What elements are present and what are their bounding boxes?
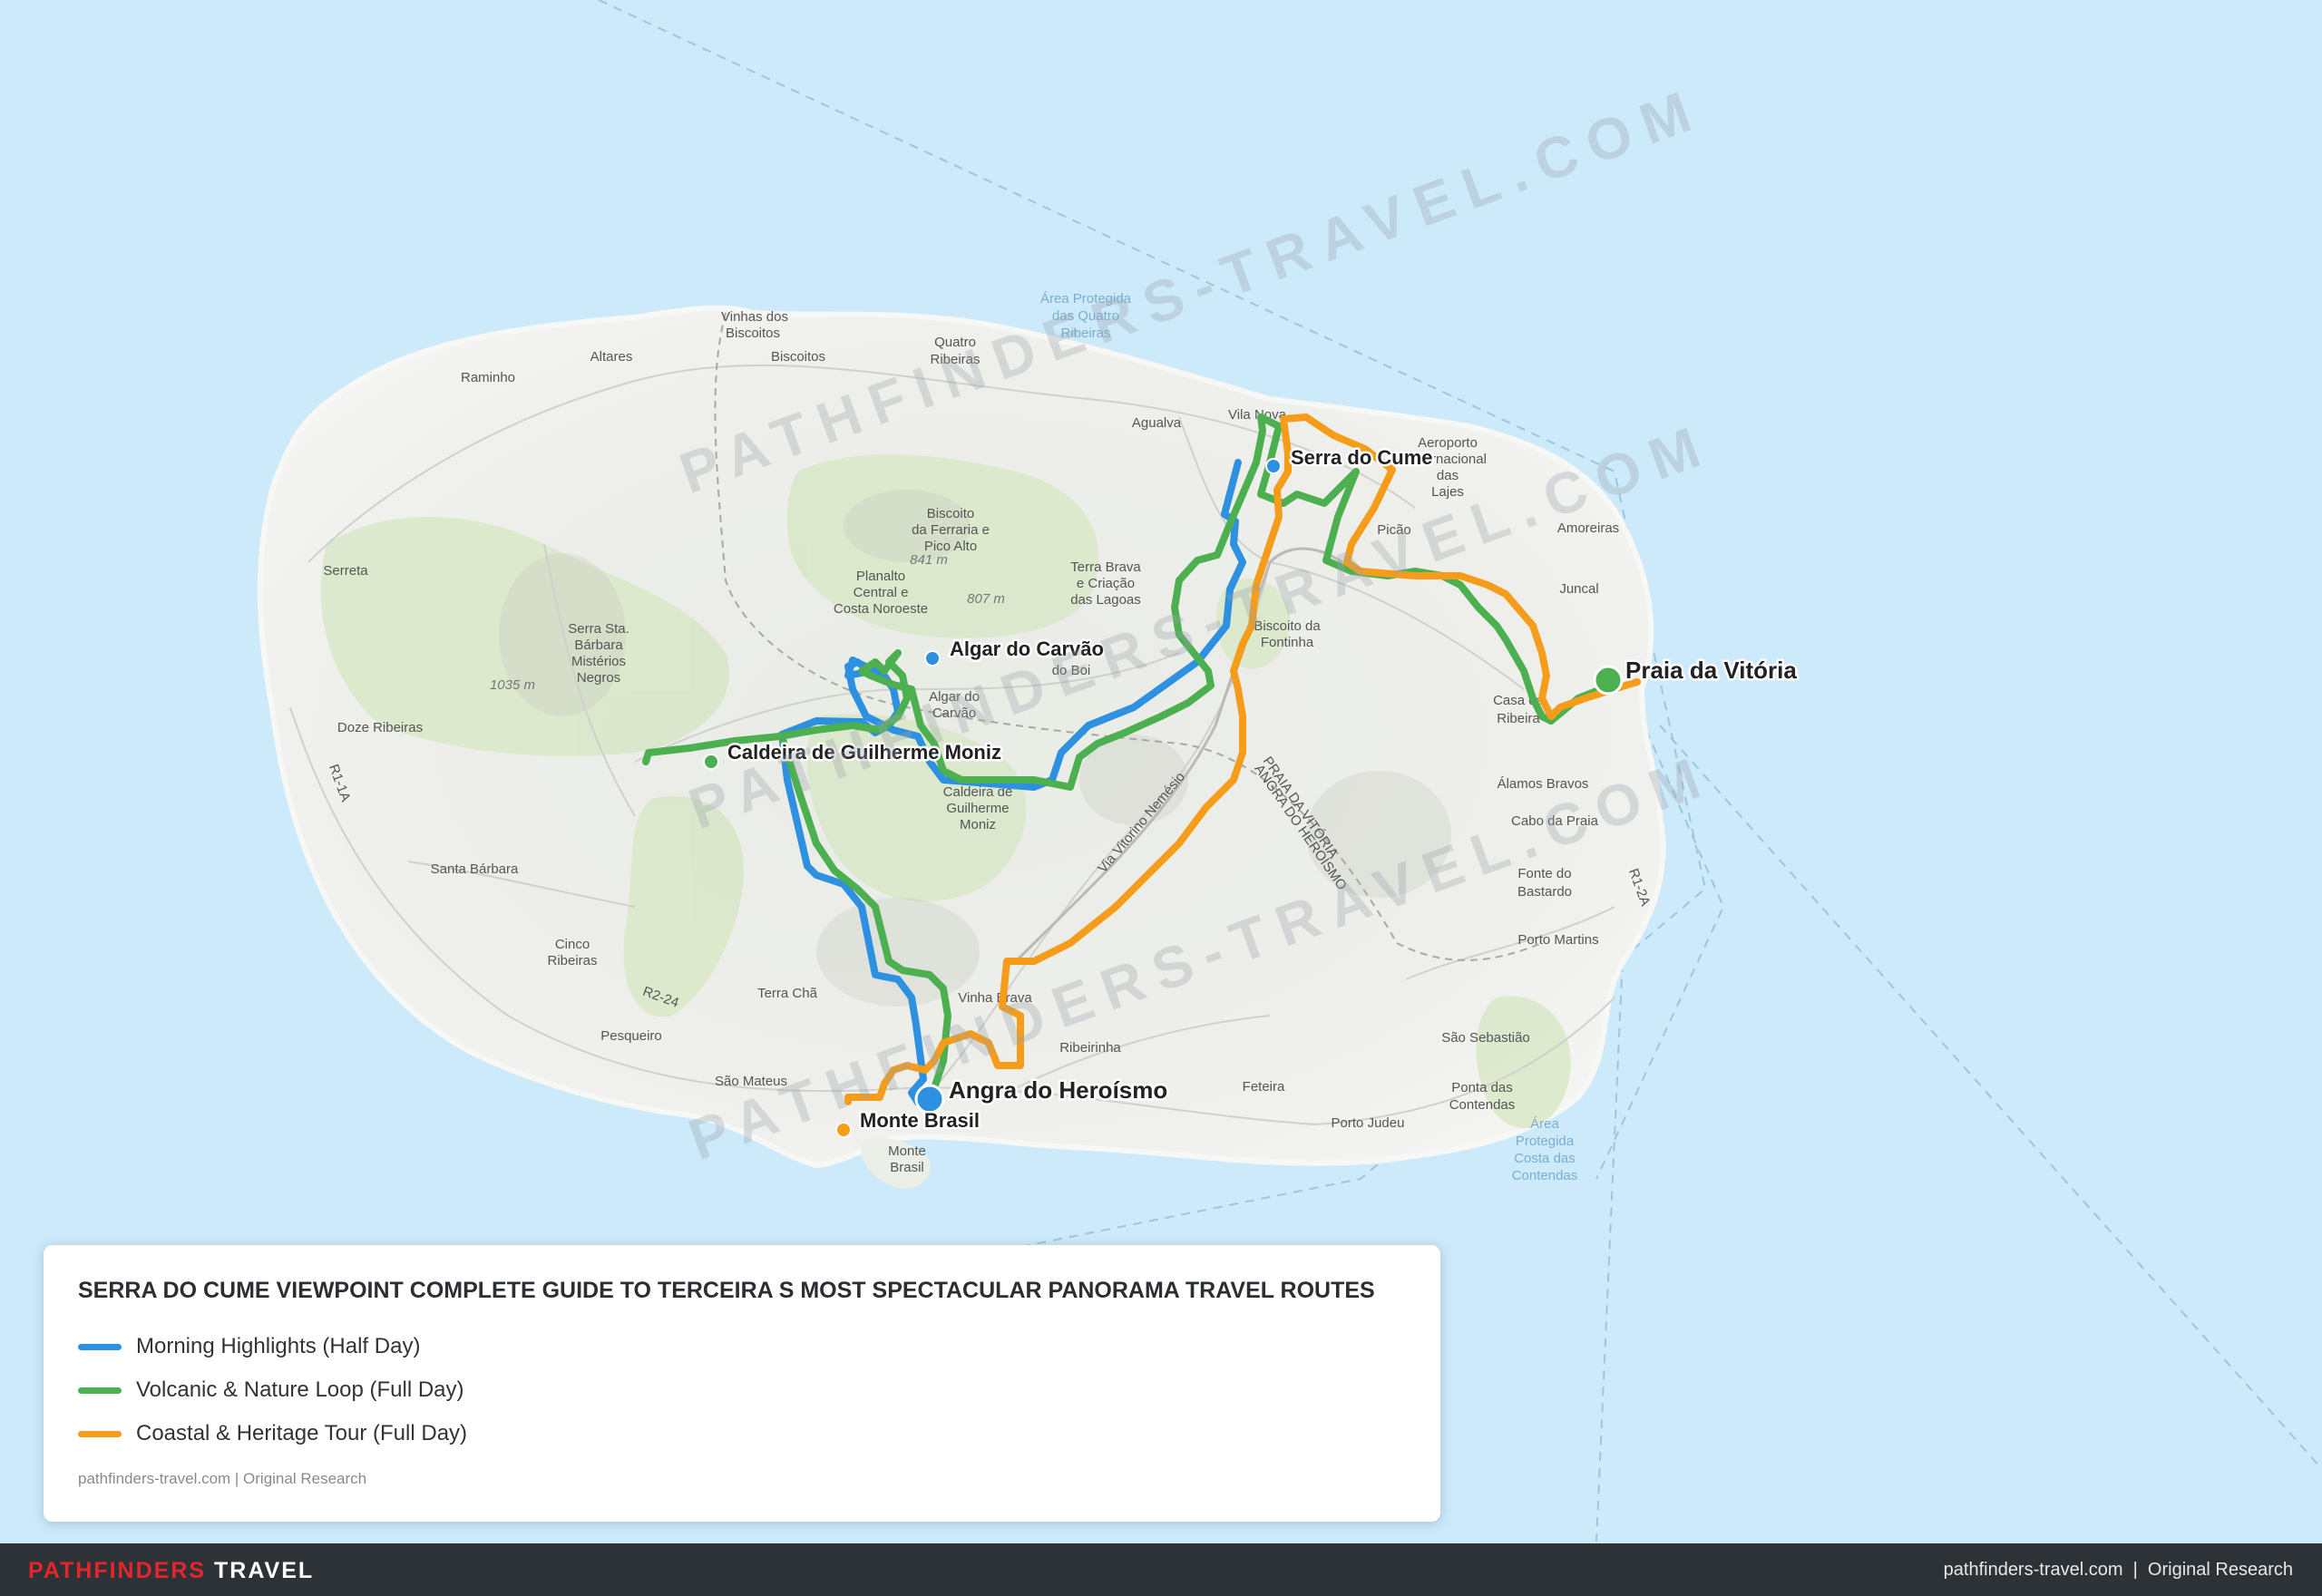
svg-text:Vinhas dos: Vinhas dos (721, 309, 788, 325)
map-title: SERRA DO CUME VIEWPOINT COMPLETE GUIDE T… (78, 1278, 1375, 1303)
svg-text:Moniz: Moniz (960, 817, 996, 832)
svg-text:Contendas: Contendas (1449, 1097, 1516, 1113)
svg-text:da Ferraria e: da Ferraria e (912, 522, 990, 538)
svg-text:Serra Sta.: Serra Sta. (568, 621, 629, 637)
svg-text:Terra Brava: Terra Brava (1070, 560, 1141, 575)
svg-text:1035 m: 1035 m (490, 677, 535, 693)
legend-label: Morning Highlights (Half Day) (136, 1334, 421, 1358)
legend-swatch-blue (78, 1343, 122, 1350)
svg-text:Central e: Central e (854, 585, 909, 600)
svg-text:Cinco: Cinco (555, 937, 590, 952)
svg-text:Doze Ribeiras: Doze Ribeiras (337, 720, 423, 735)
svg-text:Ribeirinha: Ribeirinha (1059, 1040, 1121, 1056)
legend-swatch-orange (78, 1430, 122, 1437)
brand-name-white: TRAVEL (214, 1558, 315, 1583)
svg-text:Monte: Monte (888, 1143, 926, 1159)
svg-text:Fontinha: Fontinha (1261, 635, 1314, 650)
legend-label: Coastal & Heritage Tour (Full Day) (136, 1421, 468, 1445)
legend-item-coastal[interactable]: Coastal & Heritage Tour (Full Day) (78, 1420, 467, 1447)
svg-text:Brasil: Brasil (890, 1160, 924, 1175)
footer-source: pathfinders-travel.com | Original Resear… (1943, 1560, 2293, 1580)
svg-text:Guilherme: Guilherme (946, 801, 1009, 816)
svg-text:Serra do Cume: Serra do Cume (1291, 446, 1433, 469)
svg-text:Agualva: Agualva (1132, 415, 1182, 431)
svg-text:Vila Nova: Vila Nova (1228, 407, 1287, 423)
svg-text:841 m: 841 m (910, 552, 948, 568)
svg-text:das: das (1437, 468, 1459, 483)
svg-text:Negros: Negros (577, 670, 620, 686)
svg-text:Monte Brasil: Monte Brasil (860, 1109, 980, 1132)
svg-text:São Sebastião: São Sebastião (1441, 1030, 1530, 1046)
legend-swatch-green (78, 1387, 122, 1394)
svg-text:Mistérios: Mistérios (571, 654, 626, 669)
svg-text:Porto Judeu: Porto Judeu (1332, 1115, 1405, 1131)
svg-text:Ribeira: Ribeira (1497, 711, 1540, 726)
svg-text:Porto Martins: Porto Martins (1517, 932, 1598, 948)
legend-item-morning[interactable]: Morning Highlights (Half Day) (78, 1333, 420, 1360)
footer-bar: PATHFINDERS TRAVEL pathfinders-travel.co… (0, 1543, 2322, 1596)
svg-text:Biscoitos: Biscoitos (726, 326, 780, 341)
svg-text:Contendas: Contendas (1512, 1168, 1578, 1183)
svg-text:Biscoitos: Biscoitos (771, 349, 825, 365)
svg-text:das Lagoas: das Lagoas (1070, 592, 1141, 608)
svg-text:Bastardo: Bastardo (1517, 884, 1572, 900)
svg-text:Costa Noroeste: Costa Noroeste (834, 601, 928, 617)
svg-text:807 m: 807 m (967, 591, 1005, 607)
svg-text:Raminho: Raminho (461, 370, 515, 385)
legend-item-volcanic[interactable]: Volcanic & Nature Loop (Full Day) (78, 1377, 464, 1404)
svg-text:Protegida: Protegida (1516, 1134, 1575, 1149)
brand-name-red: PATHFINDERS (28, 1558, 207, 1583)
svg-text:Costa das: Costa das (1514, 1151, 1576, 1166)
brand-logo[interactable]: PATHFINDERS TRAVEL (28, 1558, 314, 1584)
svg-text:Juncal: Juncal (1559, 581, 1598, 597)
svg-text:Planalto: Planalto (856, 569, 905, 584)
svg-text:Área: Área (1530, 1116, 1559, 1132)
svg-text:Terra Chã: Terra Chã (757, 986, 818, 1001)
svg-text:Praia da Vitória: Praia da Vitória (1625, 657, 1797, 684)
svg-text:Pesqueiro: Pesqueiro (600, 1028, 662, 1044)
svg-text:Ponta das: Ponta das (1451, 1080, 1513, 1095)
svg-text:Altares: Altares (590, 349, 633, 365)
svg-text:Santa Bárbara: Santa Bárbara (431, 861, 519, 877)
svg-text:Ribeiras: Ribeiras (547, 953, 597, 968)
legend-label: Volcanic & Nature Loop (Full Day) (136, 1377, 464, 1402)
svg-text:Angra do Heroísmo: Angra do Heroísmo (949, 1076, 1167, 1104)
legend-source: pathfinders-travel.com | Original Resear… (78, 1470, 367, 1487)
svg-text:e Criação: e Criação (1077, 576, 1135, 591)
svg-text:Feteira: Feteira (1243, 1079, 1285, 1095)
svg-text:Bárbara: Bárbara (574, 637, 623, 653)
svg-text:Serreta: Serreta (323, 563, 368, 579)
svg-text:Biscoito: Biscoito (927, 506, 975, 521)
legend-panel: SERRA DO CUME VIEWPOINT COMPLETE GUIDE T… (44, 1245, 1440, 1522)
